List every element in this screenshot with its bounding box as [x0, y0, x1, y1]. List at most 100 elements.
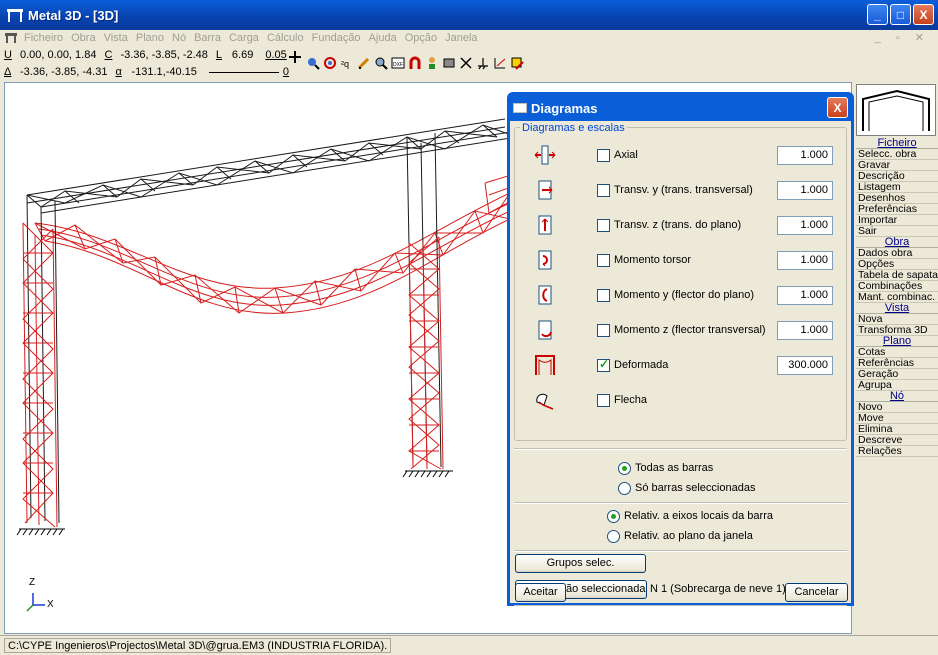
accept-button[interactable]: Aceitar — [515, 583, 566, 602]
mdi-buttons[interactable]: _ ▫ ✕ — [875, 31, 930, 44]
l-value: 6.69 — [231, 49, 254, 61]
window-plane-radio[interactable] — [607, 530, 620, 543]
zero-value[interactable]: 0 — [283, 66, 289, 78]
magnifier-icon[interactable] — [374, 56, 388, 70]
menu-carga[interactable]: Carga — [229, 32, 259, 44]
cmd-relacoes[interactable]: Relações — [856, 446, 938, 457]
cmd-tabela-sapatas[interactable]: Tabela de sapatas — [856, 270, 938, 281]
menu-fundacao[interactable]: Fundação — [312, 32, 361, 44]
cmd-move[interactable]: Move — [856, 413, 938, 424]
momento-z-scale-input[interactable]: 1.000 — [777, 321, 833, 340]
groups-select-button[interactable]: Grupos selec. — [515, 554, 646, 573]
menu-janela[interactable]: Janela — [445, 32, 477, 44]
torsor-scale-input[interactable]: 1.000 — [777, 251, 833, 270]
zoom-icon[interactable]: ²q — [340, 56, 354, 70]
close-button[interactable]: X — [913, 4, 934, 25]
cmd-referencias[interactable]: Referências — [856, 358, 938, 369]
cancel-button[interactable]: Cancelar — [785, 583, 848, 602]
coords-row-1: U 0.00, 0.00, 1.84 C -3.36, -3.85, -2.48… — [4, 47, 287, 63]
cmd-dados-obra[interactable]: Dados obra — [856, 248, 938, 259]
deformada-checkbox[interactable] — [597, 357, 610, 372]
toolbar: U 0.00, 0.00, 1.84 C -3.36, -3.85, -2.48… — [0, 46, 938, 82]
person-icon[interactable] — [425, 56, 439, 70]
menu-ajuda[interactable]: Ajuda — [369, 32, 397, 44]
tool-icons — [288, 50, 306, 64]
menu-vista[interactable]: Vista — [104, 32, 128, 44]
pencil-icon[interactable] — [357, 56, 371, 70]
maximize-button[interactable]: □ — [890, 4, 911, 25]
section-header-ficheiro[interactable]: Ficheiro — [856, 138, 938, 149]
axial-label: Axial — [614, 149, 638, 161]
moment-z-icon — [538, 320, 552, 340]
momento-z-checkbox[interactable] — [597, 324, 610, 337]
menu-barra[interactable]: Barra — [194, 32, 221, 44]
moment-y-icon — [538, 285, 552, 305]
transv-y-scale-input[interactable]: 1.000 — [777, 181, 833, 200]
transv-z-checkbox[interactable] — [597, 219, 610, 232]
axis-z-label: Z — [29, 577, 36, 588]
cmd-descreve[interactable]: Descreve — [856, 435, 938, 446]
diagram-row-momento-z: Momento z (flector transversal) 1.000 — [515, 315, 848, 345]
transv-y-checkbox[interactable] — [597, 184, 610, 197]
section-header-vista[interactable]: Vista — [856, 303, 938, 314]
axis-icon[interactable] — [493, 56, 507, 70]
support-icon[interactable] — [476, 56, 490, 70]
axial-scale-input[interactable]: 1.000 — [777, 146, 833, 165]
deformed-icon — [535, 355, 555, 375]
right-panel: Ficheiro Selecc. obra Gravar Descrição L… — [854, 82, 938, 634]
minimize-button[interactable]: _ — [867, 4, 888, 25]
section-header-obra[interactable]: Obra — [856, 237, 938, 248]
delta-value: -3.36, -3.85, -4.31 — [20, 66, 108, 78]
cmd-novo[interactable]: Novo — [856, 402, 938, 413]
cmd-nova[interactable]: Nova — [856, 314, 938, 325]
shear-y-icon — [538, 180, 553, 200]
dxf-icon[interactable]: DXF — [391, 56, 405, 70]
menu-opcao[interactable]: Opção — [405, 32, 437, 44]
menu-calculo[interactable]: Cálculo — [267, 32, 304, 44]
axial-checkbox[interactable] — [597, 149, 610, 162]
all-bars-radio[interactable] — [618, 462, 631, 475]
menu-no[interactable]: Nó — [172, 32, 186, 44]
step-value[interactable]: 0.05 — [265, 49, 286, 61]
local-axes-radio[interactable] — [607, 510, 620, 523]
rotate-icon[interactable] — [306, 56, 320, 70]
add-icon[interactable] — [288, 50, 302, 64]
menu-plano[interactable]: Plano — [136, 32, 164, 44]
dialog-close-button[interactable]: X — [827, 97, 848, 118]
cmd-listagem[interactable]: Listagem — [856, 182, 938, 193]
cmd-selecc-obra[interactable]: Selecc. obra — [856, 149, 938, 160]
edit-icon[interactable] — [510, 56, 524, 70]
dialog-window-icon — [513, 103, 527, 113]
command-list: Ficheiro Selecc. obra Gravar Descrição L… — [856, 138, 938, 457]
app-icon — [7, 9, 23, 22]
cmd-geracao[interactable]: Geração — [856, 369, 938, 380]
menu-obra[interactable]: Obra — [71, 32, 95, 44]
transv-y-label: Transv. y (trans. transversal) — [614, 184, 753, 196]
scissors-icon[interactable] — [459, 56, 473, 70]
slider-track[interactable] — [208, 71, 279, 73]
c-label: C — [104, 49, 113, 61]
selected-bars-radio[interactable] — [618, 482, 631, 495]
torsor-checkbox[interactable] — [597, 254, 610, 267]
section-header-no[interactable]: Nó — [856, 391, 938, 402]
momento-y-scale-input[interactable]: 1.000 — [777, 286, 833, 305]
cmd-descricao[interactable]: Descrição — [856, 171, 938, 182]
cmd-gravar[interactable]: Gravar — [856, 160, 938, 171]
section-header-plano[interactable]: Plano — [856, 336, 938, 347]
cmd-importar[interactable]: Importar — [856, 215, 938, 226]
deformada-scale-input[interactable]: 300.000 — [777, 356, 833, 375]
cmd-opcoes[interactable]: Opções — [856, 259, 938, 270]
cmd-elimina[interactable]: Elimina — [856, 424, 938, 435]
transv-z-scale-input[interactable]: 1.000 — [777, 216, 833, 235]
cmd-cotas[interactable]: Cotas — [856, 347, 938, 358]
momento-y-checkbox[interactable] — [597, 289, 610, 302]
cmd-preferencias[interactable]: Preferências — [856, 204, 938, 215]
magnet-icon[interactable] — [408, 56, 422, 70]
menu-ficheiro[interactable]: Ficheiro — [24, 32, 63, 44]
cmd-combinacoes[interactable]: Combinações — [856, 281, 938, 292]
zoom-window-icon[interactable] — [323, 56, 337, 70]
flecha-checkbox[interactable] — [597, 394, 610, 407]
structure-preview — [856, 84, 936, 136]
cmd-desenhos[interactable]: Desenhos — [856, 193, 938, 204]
render-icon[interactable] — [442, 56, 456, 70]
